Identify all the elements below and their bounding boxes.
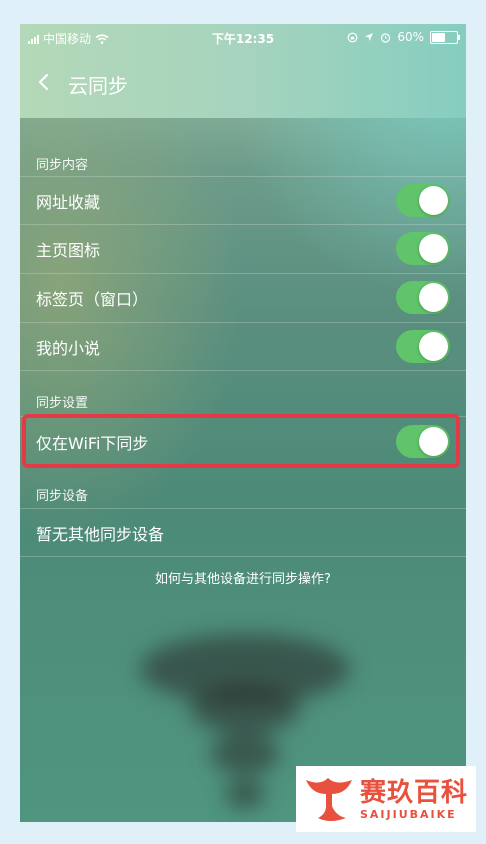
devices-empty-row: 暂无其他同步设备 (20, 508, 466, 556)
sync-item-label: 标签页（窗口） (36, 290, 149, 309)
phone-screen: 中国移动 下午12:35 60% 云同步 同步内容 网址收藏 主页图标 标签页（… (20, 24, 466, 822)
sync-item-bookmarks: 网址收藏 (20, 176, 466, 224)
sync-item-label: 我的小说 (36, 339, 101, 358)
toggle-knob (419, 332, 448, 361)
rotation-lock-icon (347, 32, 358, 42)
back-icon[interactable] (32, 68, 56, 96)
watermark-cn: 赛玖百科 (360, 778, 469, 808)
whale-tail-logo-icon (306, 778, 352, 821)
section-header-settings: 同步设置 (36, 396, 89, 411)
novels-toggle[interactable] (396, 330, 450, 363)
location-icon (365, 33, 374, 41)
page-title: 云同步 (68, 74, 128, 98)
watermark: 赛玖百科 SAIJIUBAIKE (296, 766, 476, 832)
header: 中国移动 下午12:35 60% 云同步 (20, 24, 466, 118)
toggle-knob (419, 234, 448, 263)
sync-item-label: 网址收藏 (36, 193, 101, 212)
status-right: 60% (347, 30, 460, 44)
sync-item-label: 主页图标 (36, 241, 101, 260)
divider (20, 556, 466, 557)
sync-help-link[interactable]: 如何与其他设备进行同步操作? (20, 568, 466, 587)
watermark-en: SAIJIUBAIKE (360, 808, 457, 821)
sync-item-tabs: 标签页（窗口） (20, 273, 466, 321)
section-header-devices: 同步设备 (36, 489, 89, 504)
battery-percent: 60% (397, 30, 424, 44)
divider (20, 370, 466, 371)
alarm-icon (381, 32, 391, 43)
devices-empty-label: 暂无其他同步设备 (36, 525, 165, 544)
tabs-toggle[interactable] (396, 281, 450, 314)
home-icons-toggle[interactable] (396, 232, 450, 265)
navigation-bar: 云同步 (20, 62, 466, 102)
section-header-content: 同步内容 (36, 158, 89, 173)
status-bar: 中国移动 下午12:35 60% (20, 24, 466, 52)
battery-fill (432, 32, 446, 42)
highlight-box (22, 414, 460, 468)
toggle-knob (419, 186, 448, 215)
sync-item-home-icons: 主页图标 (20, 224, 466, 272)
toggle-knob (419, 283, 448, 312)
bookmarks-toggle[interactable] (396, 184, 450, 217)
battery-icon (430, 30, 460, 44)
sync-item-novels: 我的小说 (20, 322, 466, 370)
